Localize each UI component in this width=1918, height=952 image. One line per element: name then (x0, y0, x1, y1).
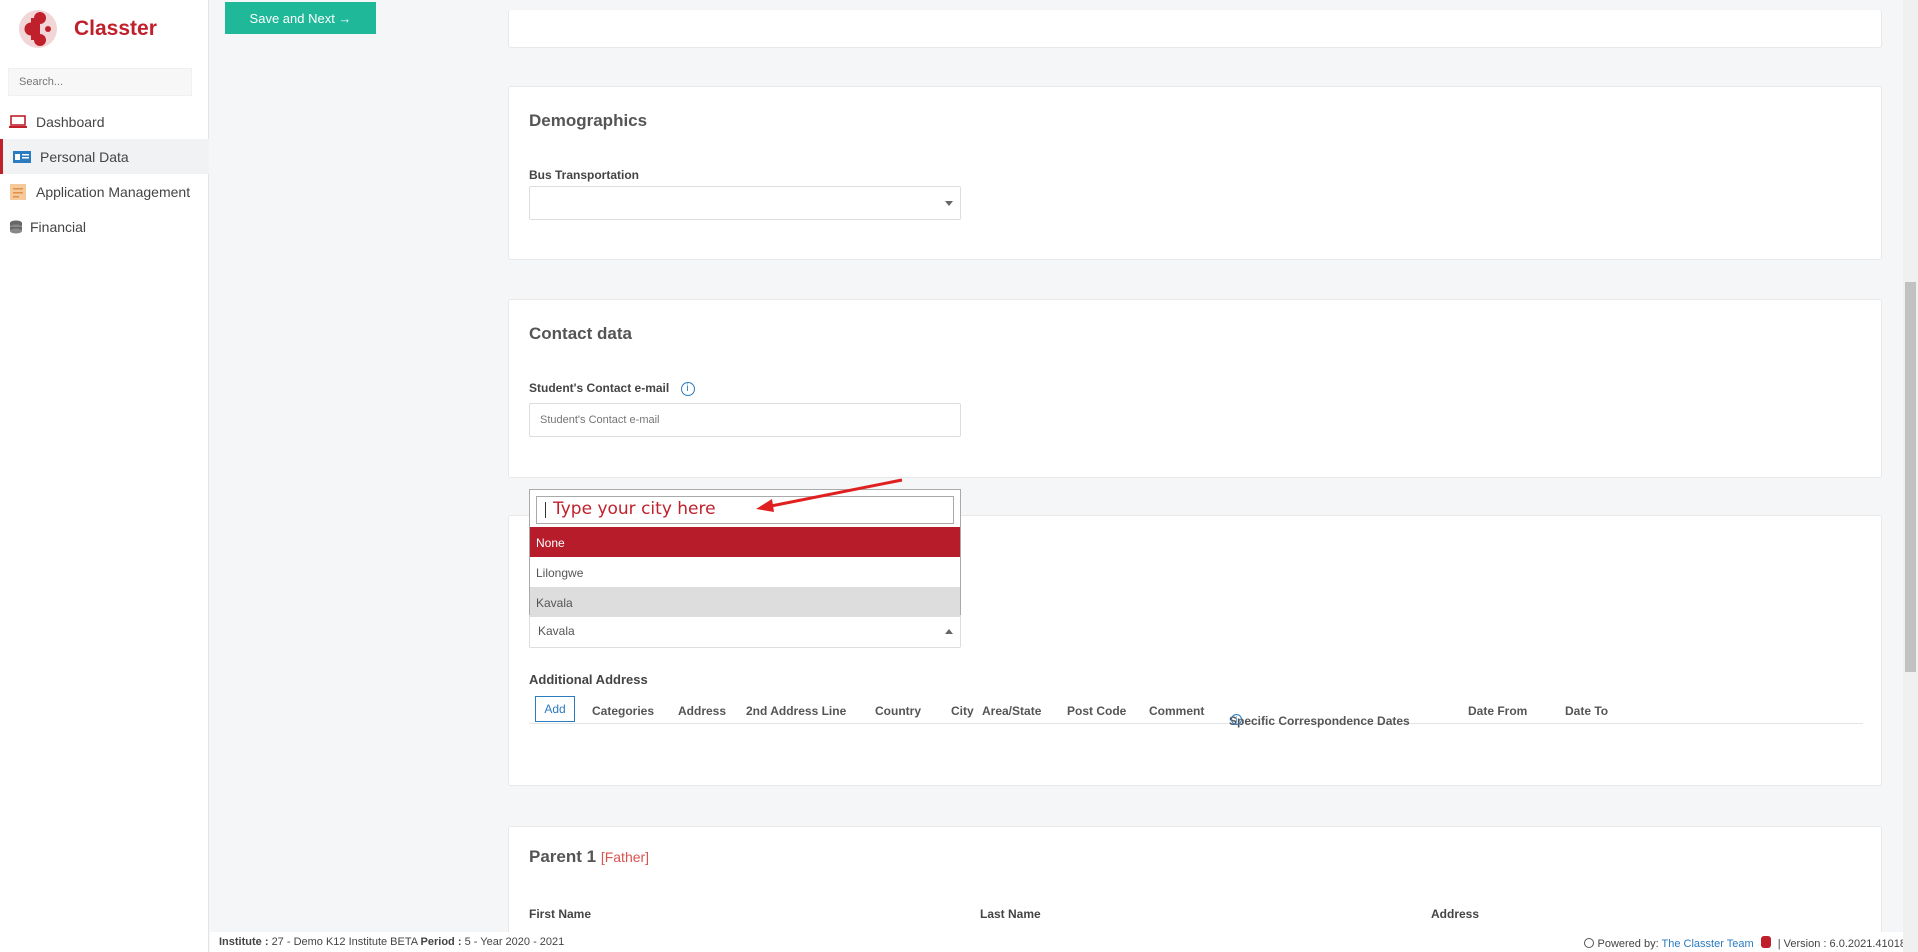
column-header: Post Code (1067, 704, 1127, 718)
app-name: Classter (74, 17, 157, 40)
sidebar-nav: Dashboard Personal Data Application Mana… (0, 104, 209, 244)
copyright-icon (1584, 938, 1595, 948)
classter-small-logo-icon (1760, 936, 1771, 948)
section-title: Parent 1 [Father] (529, 847, 649, 867)
additional-address-table-header: Add Categories Address 2nd Address Line … (529, 694, 1863, 728)
column-header: Address (678, 704, 727, 718)
classter-team-link[interactable]: The Classter Team (1662, 938, 1754, 950)
sidebar-item-label: Personal Data (40, 148, 129, 165)
version-text: | Version : 6.0.2021.41018 (1777, 938, 1906, 950)
last-name-label: Last Name (980, 907, 1041, 921)
info-icon[interactable]: i (1231, 714, 1242, 725)
contact-email-input[interactable] (529, 403, 961, 437)
sidebar: Classter Dashboard Personal Data Applica… (0, 0, 209, 952)
info-icon[interactable]: i (680, 381, 695, 396)
column-header: Categories (592, 704, 655, 718)
app-logo[interactable]: Classter (18, 8, 157, 50)
column-header: Date From (1468, 704, 1528, 718)
page-scrollbar[interactable] (1903, 0, 1918, 952)
annotation-text: Type your city here (553, 499, 716, 519)
text-cursor (545, 502, 546, 518)
previous-section-card (508, 10, 1882, 48)
column-header: Country (875, 704, 921, 718)
add-address-button[interactable]: Add (535, 696, 575, 722)
coins-icon (8, 219, 24, 235)
footer-bar: Institute : 27 - Demo K12 Institute BETA… (210, 932, 1918, 952)
dropdown-option[interactable]: Lilongwe (530, 557, 960, 587)
laptop-icon (8, 114, 28, 130)
institute-value: 27 - Demo K12 Institute BETA (271, 936, 418, 948)
form-icon (8, 183, 28, 200)
id-card-icon (12, 149, 32, 165)
footer-institute-info: Institute : 27 - Demo K12 Institute BETA… (219, 936, 564, 948)
bus-transportation-select[interactable] (529, 186, 961, 220)
sidebar-item-label: Dashboard (36, 113, 105, 130)
sidebar-item-financial[interactable]: Financial (0, 209, 209, 244)
additional-address-label: Additional Address (529, 672, 648, 687)
period-value: 5 - Year 2020 - 2021 (464, 936, 565, 948)
dropdown-option[interactable]: None (530, 527, 960, 557)
first-name-label: First Name (529, 907, 592, 921)
footer-powered-by: Powered by: The Classter Team | Version … (1584, 936, 1906, 950)
parent-title: Parent 1 (529, 847, 597, 866)
sidebar-item-label: Application Management (36, 183, 191, 200)
sidebar-item-dashboard[interactable]: Dashboard (0, 104, 209, 139)
classter-logo-icon (18, 8, 58, 50)
sidebar-item-personal-data[interactable]: Personal Data (0, 139, 209, 174)
save-and-next-button[interactable]: Save and Next → (225, 2, 376, 34)
column-header: Specific Correspondence Dates (1229, 714, 1410, 728)
sidebar-item-label: Financial (30, 218, 87, 235)
city-select[interactable]: Kavala (529, 614, 961, 648)
bus-transportation-label: Bus Transportation (529, 168, 640, 182)
column-header: Area/State (982, 704, 1042, 718)
institute-label: Institute : (219, 936, 269, 948)
select-value: Kavala (538, 624, 575, 638)
contact-email-label: Student's Contact e-mail i (529, 381, 695, 396)
section-title: Contact data (529, 324, 632, 343)
scrollbar-thumb[interactable] (1905, 282, 1916, 672)
period-label: Period : (420, 936, 462, 948)
contact-data-card: Contact data Student's Contact e-mail i (508, 299, 1882, 478)
parent-relation-badge: [Father] (600, 849, 650, 865)
column-header: City (951, 704, 974, 718)
sidebar-search-input[interactable] (8, 68, 192, 96)
section-title: Demographics (529, 111, 648, 130)
address-label: Address (1431, 907, 1480, 921)
demographics-card: Demographics Bus Transportation (508, 86, 1882, 260)
column-header: 2nd Address Line (746, 704, 847, 718)
powered-by-label: Powered by: (1597, 938, 1659, 950)
dropdown-option[interactable]: Kavala (530, 587, 960, 617)
column-header: Comment (1149, 704, 1205, 718)
field-label-text: Student's Contact e-mail (529, 381, 670, 395)
sidebar-item-application-management[interactable]: Application Management (0, 174, 209, 209)
column-header: Date To (1565, 704, 1609, 718)
annotation-arrow-icon (756, 478, 903, 512)
caret-up-icon (945, 629, 953, 634)
caret-down-icon (945, 201, 953, 206)
